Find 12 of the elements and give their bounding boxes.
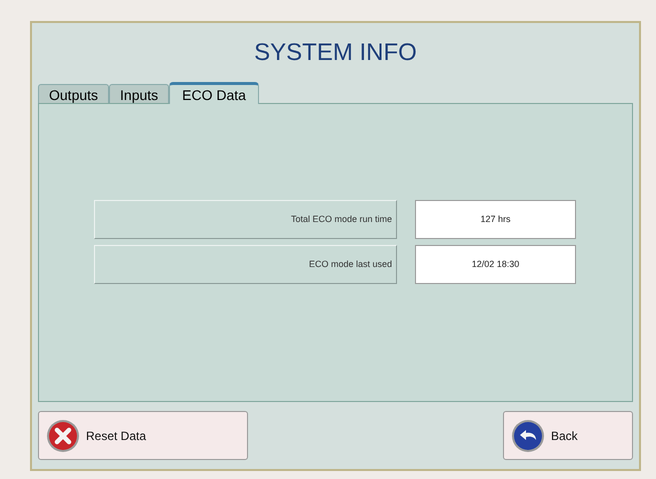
back-button[interactable]: Back	[503, 411, 633, 460]
field-label: ECO mode last used	[94, 245, 397, 284]
page-title: SYSTEM INFO	[254, 39, 417, 67]
tab[interactable]: ECO Data	[169, 82, 259, 104]
value-field: 127 hrs	[415, 200, 576, 239]
field-label: Total ECO mode run time	[94, 200, 397, 239]
close-icon	[46, 418, 80, 452]
back-arrow-icon	[511, 418, 545, 452]
value-field: 12/02 18:30	[415, 245, 576, 284]
tab[interactable]: Outputs	[38, 84, 110, 103]
reset-button[interactable]: Reset Data	[38, 411, 248, 460]
tab[interactable]: Inputs	[109, 84, 170, 103]
